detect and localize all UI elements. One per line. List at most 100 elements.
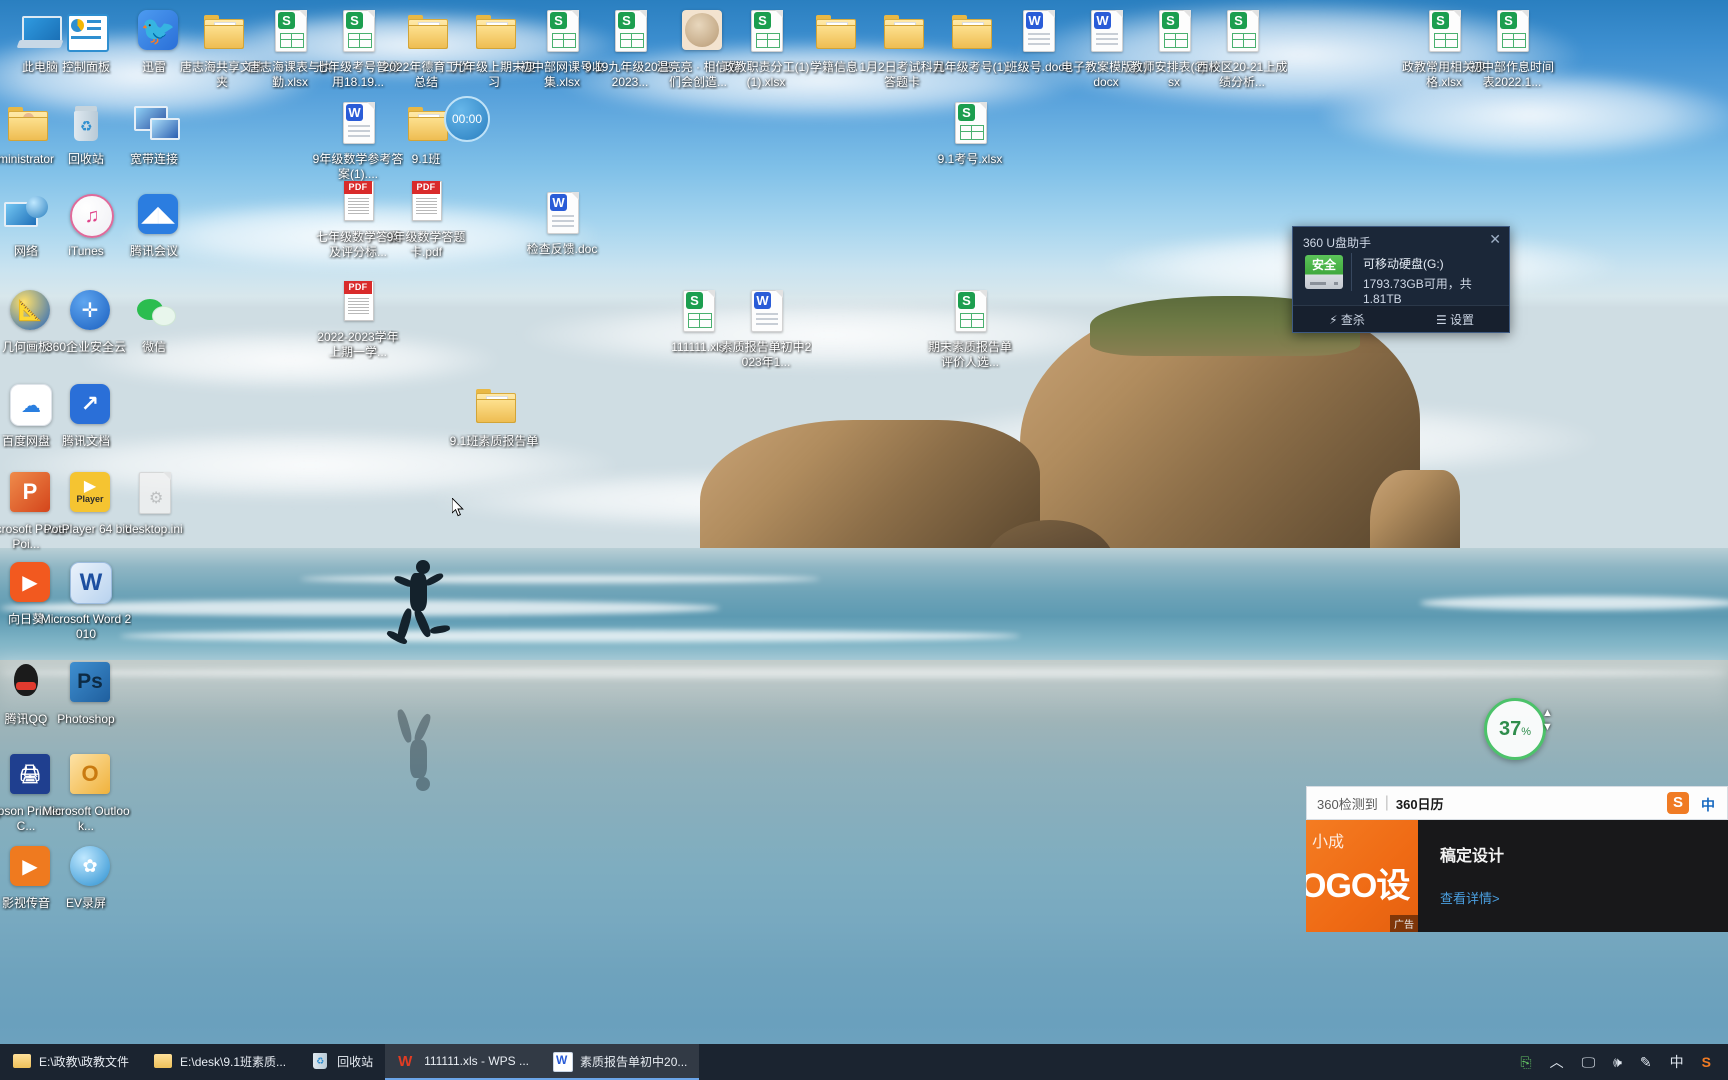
cloud-decoration	[520, 300, 1140, 370]
ime-chinese-icon[interactable]: 中	[1701, 795, 1715, 815]
udisk-settings-label: 设置	[1450, 312, 1475, 327]
class-91-icon	[402, 100, 450, 148]
desktop-icon-suzhi-report[interactable]: W 素质报告单初中2023年1...	[720, 288, 812, 370]
desktop-icon-label: desktop.ini	[125, 522, 183, 536]
tray-chevron-up-icon[interactable]: ︿	[1541, 1044, 1573, 1080]
udisk-scan-button[interactable]: ⚡ 查杀	[1293, 311, 1401, 328]
tray-usb-icon[interactable]: ⎘	[1511, 1044, 1540, 1080]
west-campus-2021-icon: S	[1218, 8, 1266, 56]
jan2-exam-cards-icon	[878, 8, 926, 56]
close-icon[interactable]: ✕	[1489, 231, 1501, 248]
sogou-ime-icon[interactable]: S	[1667, 792, 1689, 814]
tangzhihai-share-icon	[198, 8, 246, 56]
ad-thumb-small-text: 小成	[1312, 834, 1345, 851]
taskbar-recycle-bin[interactable]: ♻ 回收站	[298, 1044, 385, 1080]
taskbar-wps-111111[interactable]: W 111111.xls - WPS ...	[385, 1044, 542, 1080]
udisk-scan-label: 查杀	[1340, 312, 1365, 327]
timer-badge[interactable]: 00:00	[444, 96, 490, 142]
udisk-drive-name: 可移动硬盘(G:)	[1363, 257, 1444, 271]
taskbar-item-list[interactable]: E:\政教\政教文件 E:\desk\9.1班素质... ♻ 回收站 W 111111.x…	[0, 1044, 700, 1080]
tray-volume-icon[interactable]: 🕪	[1604, 1044, 1631, 1080]
grade7-exam-number-icon: S	[334, 8, 382, 56]
ad-product-name: 360日历	[1395, 796, 1444, 812]
desktop-icon-tencent-meeting[interactable]: ◢◣ 腾讯会议	[108, 192, 200, 259]
broadband-icon	[130, 100, 180, 148]
desktop-icon-label: 初中部作息时间表2022.1...	[1469, 60, 1554, 89]
runner-reflection	[372, 676, 462, 791]
desktop-icon-broadband[interactable]: 宽带连接	[108, 100, 200, 167]
udisk-settings-button[interactable]: ☰ 设置	[1401, 311, 1509, 328]
360-calendar-ad-widget[interactable]: 360检测到 | 360日历 S 中 小成 OGO设 广告 稿定设计 查看详情>	[1306, 786, 1728, 932]
suzhi-report-icon: W	[742, 288, 790, 336]
ad-more-link[interactable]: 查看详情>	[1440, 888, 1728, 907]
desktop-icon-ev-recorder[interactable]: ✿ EV录屏	[40, 844, 132, 911]
wps-icon: W	[398, 1053, 413, 1070]
desktop-icon-label: 9.1考号.xlsx	[937, 152, 1003, 166]
list-icon: ☰	[1435, 312, 1451, 327]
tray-network-icon[interactable]: 🖵	[1573, 1044, 1605, 1080]
tray-ime-cn-icon[interactable]: 中	[1661, 1044, 1693, 1080]
desktop-icon-final-quality-rpt[interactable]: S 期末素质报告单评价人选...	[924, 288, 1016, 370]
desktop-icon-class91-quality[interactable]: 9.1班素质报告单	[448, 382, 540, 449]
surf-line	[120, 630, 1020, 642]
desktop-icon-desktop-ini[interactable]: ⚙ desktop.ini	[108, 470, 200, 537]
desktop-icon-tencent-docs[interactable]: ↗ 腾讯文档	[40, 382, 132, 449]
battery-arrows-icon[interactable]: ▲ ▼	[1542, 706, 1553, 734]
desktop[interactable]: 此电脑 控制面板 🐦 迅雷 唐志海共享文件夹 S 唐志海课表与执勤.xlsx S 七年级考号普分…	[0, 0, 1728, 1080]
desktop-icon-grade9-math-pdf[interactable]: PDF 9年级数学答题卡.pdf	[380, 178, 472, 260]
system-tray[interactable]: ⎘ ︿ 🖵 🕪 ✎ 中 S	[1511, 1044, 1728, 1080]
taskbar[interactable]: E:\政教\政教文件 E:\desk\9.1班素质... ♻ 回收站 W 111111.x…	[0, 1044, 1728, 1080]
desktop-icon-west-campus-2021[interactable]: S 西校区20-21上成绩分析...	[1196, 8, 1288, 90]
taskbar-wps-suzhi[interactable]: W 素质报告单初中20...	[541, 1044, 700, 1080]
battery-percentage-widget[interactable]: 37 %	[1484, 698, 1546, 760]
zhengjiao-duty-icon: S	[742, 8, 790, 56]
ad-tag-label: 广告	[1390, 915, 1418, 932]
potplayer-icon: ▶ Player	[62, 470, 110, 518]
desktop-icon-label: Microsoft Word 2010	[40, 612, 132, 641]
grade9-review-icon	[470, 8, 518, 56]
desktop-icon-word-2010[interactable]: W Microsoft Word 2010	[40, 560, 132, 642]
photoshop-icon: Ps	[62, 660, 110, 708]
ad-detect-text: 360检测到	[1317, 796, 1378, 812]
desktop-icon-middle-timetable[interactable]: S 初中部作息时间表2022.1...	[1466, 8, 1558, 90]
ad-body[interactable]: 小成 OGO设 广告 稿定设计 查看详情>	[1306, 820, 1728, 932]
ad-header: 360检测到 | 360日历 S 中	[1306, 786, 1728, 820]
recycle-bin-icon: ♻	[62, 100, 110, 148]
exam-no-91-icon: S	[946, 100, 994, 148]
deyu-2022-summary-icon	[402, 8, 450, 56]
desktop-icon-label: 素质报告单初中2023年1...	[720, 340, 812, 369]
final-quality-rpt-icon: S	[946, 288, 994, 336]
teacher-schedule-icon: S	[1150, 8, 1198, 56]
tray-ime-pen-icon[interactable]: ✎	[1631, 1044, 1661, 1080]
tray-sogou-icon[interactable]: S	[1693, 1044, 1720, 1080]
battery-value: 37	[1498, 718, 1522, 740]
desktop-icon-inspect-feedback[interactable]: W 检查反馈.doc	[516, 190, 608, 257]
folder-icon	[153, 1051, 173, 1071]
recycle-icon: ♻	[310, 1051, 330, 1071]
itunes-icon: ♫	[62, 192, 114, 240]
drive-safe-icon: 安全	[1305, 255, 1343, 289]
ad-separator: |	[1384, 794, 1389, 811]
ad-thumbnail[interactable]: 小成 OGO设 广告	[1306, 820, 1418, 932]
tencent-docs-icon: ↗	[62, 382, 110, 430]
desktop-icon-label: 微信	[141, 340, 166, 354]
taskbar-zhengjiao-folder[interactable]: E:\政教\政教文件	[0, 1044, 141, 1080]
desktop-icon-label: 腾讯会议	[129, 244, 178, 258]
udisk-helper-popup[interactable]: 360 U盘助手 ✕ 安全 可移动硬盘(G:) 1793.73GB可用，共1.8…	[1292, 226, 1510, 333]
desktop-icon-label: Microsoft Outlook...	[42, 804, 130, 833]
surf-line	[1420, 596, 1728, 610]
tencent-meeting-icon: ◢◣	[130, 192, 178, 240]
desktop-icon-label: 9年级数学答题卡.pdf	[386, 230, 466, 259]
taskbar-desk-91[interactable]: E:\desk\9.1班素质...	[141, 1044, 298, 1080]
desktop-icon-label: 检查反馈.doc	[526, 242, 598, 256]
desktop-icon-photoshop[interactable]: Ps Photoshop	[40, 660, 132, 727]
desktop-icon-pdf-2022-2023[interactable]: PDF 2022-2023学年上期一学...	[312, 278, 404, 360]
ad-thumb-big-text: OGO设	[1306, 867, 1410, 905]
desktop-icon-wechat[interactable]: 微信	[108, 288, 200, 355]
udisk-popup-title: 360 U盘助手	[1303, 236, 1372, 250]
mouse-cursor	[452, 498, 464, 517]
wechat-icon	[130, 288, 178, 336]
desktop-icon-outlook[interactable]: O Microsoft Outlook...	[40, 752, 132, 834]
taskbar-item-label: 素质报告单初中20...	[580, 1054, 688, 1069]
desktop-icon-exam-no-91[interactable]: S 9.1考号.xlsx	[924, 100, 1016, 167]
